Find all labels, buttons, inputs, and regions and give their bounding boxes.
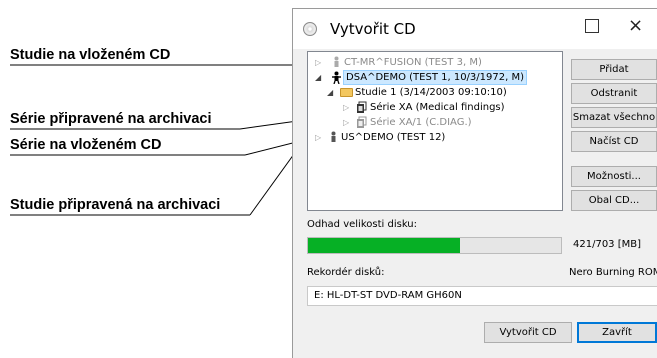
tree-node-label: CT-MR^FUSION (TEST 3, M) [344,57,482,68]
disk-usage-progress [307,237,562,254]
load-cd-button[interactable]: Načíst CD [571,131,657,152]
expand-arrow-icon[interactable]: ▷ [315,130,321,145]
close-button[interactable]: Zavřít [577,322,657,343]
tree-node-dsa-demo[interactable]: ◢ DSA^DEMO (TEST 1, 10/3/1972, M) [308,70,558,85]
disk-size-value: 421/703 [MB] [573,239,642,250]
remove-all-button[interactable]: Smazat všechno [571,107,657,128]
cd-cover-button[interactable]: Obal CD... [571,190,657,211]
tree-node-label: DSA^DEMO (TEST 1, 10/3/1972, M) [343,70,527,85]
dialog-title: Vytvořit CD [330,20,416,38]
cd-icon [303,22,317,36]
tree-node-series-xa[interactable]: ▷ Série XA (Medical findings) [308,100,558,115]
tree-node-us-demo[interactable]: ▷ US^DEMO (TEST 12) [308,130,558,145]
tree-node-label: Studie 1 (3/14/2003 09:10:10) [355,87,507,98]
tree-node-series-xa-1[interactable]: ▷ Série XA/1 (C.DIAG.) [308,115,558,130]
collapse-arrow-icon[interactable]: ◢ [327,85,333,100]
remove-button[interactable]: Odstranit [571,83,657,104]
tree-node-ct-mr-fusion[interactable]: ▷ CT-MR^FUSION (TEST 3, M) [308,55,558,70]
tree-node-label: Série XA (Medical findings) [370,102,505,113]
tree-node-label: Série XA/1 (C.DIAG.) [370,117,472,128]
recorder-engine: Nero Burning ROM [569,267,657,278]
patient-icon [331,131,336,142]
maximize-button[interactable] [585,19,599,33]
disk-estimate-label: Odhad velikosti disku: [307,219,418,230]
close-icon[interactable]: × [628,15,643,36]
create-cd-dialog: Vytvořit CD × ▷ CT-MR^FUSION (TEST 3, M)… [292,8,657,358]
folder-icon [340,88,353,97]
expand-arrow-icon[interactable]: ▷ [343,100,349,115]
callout-loaded-study: Studie na vloženém CD [10,47,171,63]
tree-node-label: US^DEMO (TEST 12) [341,132,446,143]
tree-node-study-1[interactable]: ◢ Studie 1 (3/14/2003 09:10:10) [308,85,558,100]
callout-study-prepared: Studie připravená na archivaci [10,197,221,213]
options-button[interactable]: Možnosti... [571,166,657,187]
disk-usage-fill [308,238,460,253]
expand-arrow-icon[interactable]: ▷ [343,115,349,130]
series-icon [357,101,367,113]
create-cd-button[interactable]: Vytvořit CD [484,322,572,343]
add-button[interactable]: Přidat [571,59,657,80]
callout-loaded-series: Série na vloženém CD [10,137,162,153]
patient-icon [332,71,341,84]
patient-icon [334,56,339,67]
recorder-label: Rekordér disků: [307,267,385,278]
callout-series-prepared: Série připravené na archivaci [10,111,212,127]
title-bar: Vytvořit CD × [293,9,657,49]
study-tree[interactable]: ▷ CT-MR^FUSION (TEST 3, M) ◢ DSA^DEMO (T… [307,51,563,211]
expand-arrow-icon[interactable]: ▷ [315,55,321,70]
series-icon [357,116,367,128]
collapse-arrow-icon[interactable]: ◢ [315,70,321,85]
recorder-select[interactable]: E: HL-DT-ST DVD-RAM GH60N [307,286,657,306]
